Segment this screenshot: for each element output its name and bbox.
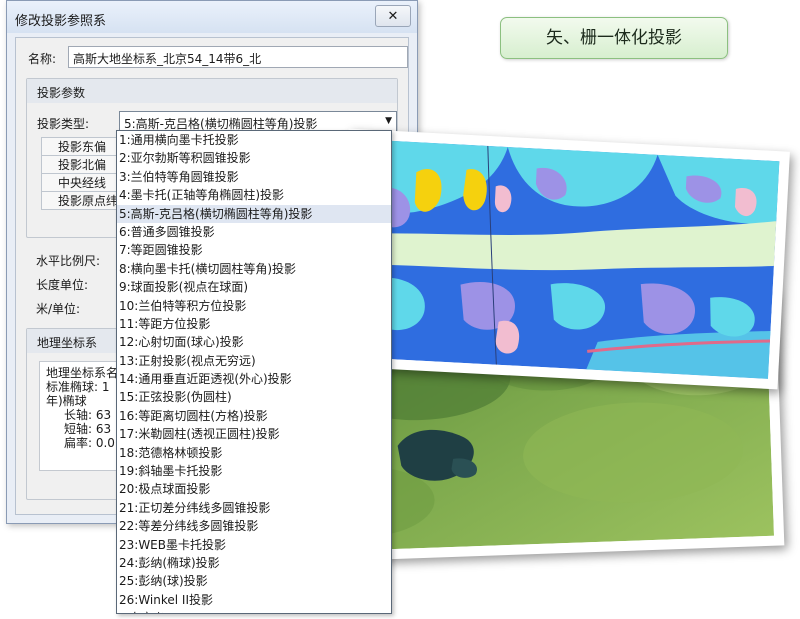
projection-type-dropdown[interactable]: 1:通用横向墨卡托投影 2:亚尔勃斯等积圆锥投影 3:兰伯特等角圆锥投影 4:墨卡托(… [116, 130, 392, 614]
dialog-title: 修改投影参照系 [15, 14, 107, 29]
projection-type-value: 5:高斯-克吕格(横切椭圆柱等角)投影 [124, 117, 318, 131]
projection-option[interactable]: 17:米勒圆柱(透视正圆柱)投影 [117, 425, 391, 443]
geo-coordinate-info: 地理坐标系名 标准椭球: 1 年)椭球 长轴: 63 短轴: 63 扁率: 0.… [39, 361, 119, 471]
projection-option[interactable]: 19:斜轴墨卡托投影 [117, 462, 391, 480]
geo-info-line: 扁率: 0.0 [64, 436, 115, 450]
projection-option[interactable]: 9:球面投影(视点在球面) [117, 278, 391, 296]
geo-info-line: 短轴: 63 [64, 422, 112, 436]
name-label: 名称: [28, 52, 57, 66]
length-unit-label: 长度单位: [36, 278, 89, 292]
close-button[interactable]: ✕ [375, 5, 411, 27]
projection-option[interactable]: 6:普通多圆锥投影 [117, 223, 391, 241]
meter-per-unit-label: 米/单位: [36, 302, 81, 316]
dialog-titlebar[interactable]: 修改投影参照系 ✕ [7, 1, 417, 33]
projection-option[interactable]: 22:等差分纬线多圆锥投影 [117, 517, 391, 535]
projection-option[interactable]: 23:WEB墨卡托投影 [117, 536, 391, 554]
projection-option[interactable]: 18:范德格林顿投影 [117, 444, 391, 462]
projection-option[interactable]: 8:横向墨卡托(横切圆柱等角)投影 [117, 260, 391, 278]
projection-option[interactable]: 12:心射切面(球心)投影 [117, 333, 391, 351]
projection-option[interactable]: 5:高斯-克吕格(横切椭圆柱等角)投影 [117, 204, 391, 223]
geo-info-line: 地理坐标系名 [46, 366, 119, 380]
projection-option[interactable]: 13:正射投影(视点无穷远) [117, 352, 391, 370]
vector-map-image [346, 139, 780, 379]
projection-type-label: 投影类型: [37, 117, 90, 131]
raster-vector-label: 矢、栅一体化投影 [500, 17, 728, 59]
projection-option[interactable]: 3:兰伯特等角圆锥投影 [117, 168, 391, 186]
projection-option[interactable]: 14:通用垂直近距透视(外心)投影 [117, 370, 391, 388]
geo-info-line: 年)椭球 [46, 394, 87, 408]
projection-option[interactable]: <自定义...> [117, 609, 391, 613]
projection-option[interactable]: 10:兰伯特等积方位投影 [117, 297, 391, 315]
projection-option[interactable]: 15:正弦投影(伪圆柱) [117, 388, 391, 406]
projection-option[interactable]: 11:等距方位投影 [117, 315, 391, 333]
close-icon: ✕ [387, 9, 399, 24]
horizontal-scale-label: 水平比例尺: [36, 254, 101, 268]
projection-option[interactable]: 16:等距离切圆柱(方格)投影 [117, 407, 391, 425]
projection-option[interactable]: 24:彭纳(椭球)投影 [117, 554, 391, 572]
geo-info-line: 标准椭球: 1 [46, 380, 110, 394]
projection-option[interactable]: 20:极点球面投影 [117, 480, 391, 498]
projection-option[interactable]: 1:通用横向墨卡托投影 [117, 131, 391, 149]
projection-option[interactable]: 26:Winkel II投影 [117, 591, 391, 609]
projection-option[interactable]: 4:墨卡托(正轴等角椭圆柱)投影 [117, 186, 391, 204]
projection-option[interactable]: 25:彭纳(球)投影 [117, 572, 391, 590]
projection-option[interactable]: 7:等距圆锥投影 [117, 241, 391, 259]
name-input[interactable]: 高斯大地坐标系_北京54_14带6_北 [68, 46, 408, 68]
projection-option[interactable]: 2:亚尔勃斯等积圆锥投影 [117, 149, 391, 167]
vector-map-photo [336, 128, 790, 390]
projection-params-title: 投影参数 [27, 79, 397, 103]
projection-option[interactable]: 21:正切差分纬线多圆锥投影 [117, 499, 391, 517]
geo-info-line: 长轴: 63 [64, 408, 112, 422]
chevron-down-icon: ▼ [385, 116, 392, 126]
